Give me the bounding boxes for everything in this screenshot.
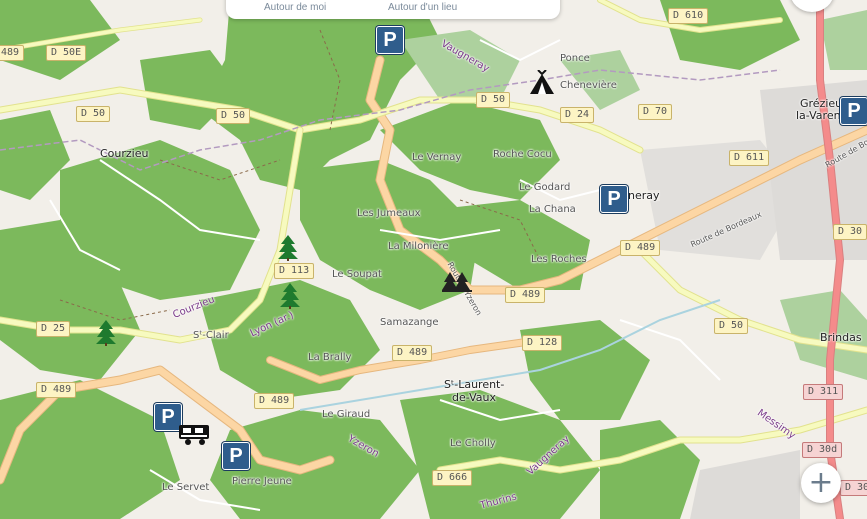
place-label: Le Giraud — [322, 409, 371, 420]
map-canvas — [0, 0, 867, 519]
road-shield: 489 — [0, 45, 25, 61]
road-shield: D 50 — [476, 92, 511, 108]
road-shield: D 113 — [274, 263, 315, 279]
place-label: Le Servet — [162, 482, 210, 493]
road-shield: D 30 — [833, 224, 867, 240]
parking-marker[interactable]: P — [376, 26, 404, 54]
place-label: Chenevière — [560, 80, 617, 91]
place-label: Le Soupat — [332, 269, 382, 280]
road-shield: D 611 — [729, 150, 770, 166]
road-shield: D 50 — [76, 106, 111, 122]
town-label: neray — [628, 189, 660, 202]
place-label: Sᵗ-Clair — [193, 330, 229, 341]
road-shield: D 489 — [254, 393, 295, 409]
place-label: Pierre Jeune — [232, 476, 292, 487]
search-panel: Autour de moi Autour d'un lieu — [226, 0, 560, 19]
road-shield: D 610 — [668, 8, 709, 24]
tree-icon[interactable] — [279, 283, 301, 309]
campsite-icon[interactable] — [528, 70, 556, 96]
place-label: La Chana — [529, 204, 576, 215]
tree-icon[interactable] — [95, 320, 117, 346]
road-shield: D 489 — [620, 240, 661, 256]
road-shield: D 666 — [432, 470, 473, 486]
place-label: Les Jumeaux — [357, 208, 421, 219]
parking-marker[interactable]: P — [222, 442, 250, 470]
forest-site-icon[interactable] — [442, 270, 472, 294]
place-label: Roche Cocu — [493, 149, 552, 160]
road-shield: D 311 — [803, 384, 844, 400]
map-view[interactable]: Autour de moi Autour d'un lieu D 610 D 5… — [0, 0, 867, 519]
road-shield: D 489 — [36, 382, 77, 398]
place-label: Le Cholly — [450, 438, 496, 449]
caravan-site-icon[interactable] — [178, 422, 212, 448]
place-label: Le Vernay — [412, 152, 462, 163]
road-shield: D 50E — [46, 45, 87, 61]
place-label: Les Roches — [531, 254, 587, 265]
road-shield: D 50 — [216, 108, 251, 124]
town-label: Brindas — [820, 331, 862, 344]
place-label: Ponce — [560, 53, 590, 64]
road-shield: D 25 — [36, 321, 71, 337]
tree-icon[interactable] — [277, 235, 299, 261]
town-label: Courzieu — [100, 147, 149, 160]
town-label: de-Vaux — [452, 391, 496, 404]
zoom-in-button[interactable]: + — [801, 463, 841, 503]
tab-around-place[interactable]: Autour d'un lieu — [388, 2, 457, 13]
place-label: Samazange — [380, 317, 439, 328]
road-shield: D 489 — [505, 287, 546, 303]
place-label: La Milonière — [388, 241, 449, 252]
town-label: Sᵗ-Laurent- — [444, 378, 505, 391]
place-label: Le Godard — [519, 182, 571, 193]
road-shield: D 30d — [802, 442, 843, 458]
parking-marker[interactable]: P — [600, 185, 628, 213]
tab-around-me[interactable]: Autour de moi — [264, 2, 326, 13]
place-label: La Brally — [308, 352, 352, 363]
road-shield: D 50 — [714, 318, 749, 334]
road-shield: D 24 — [560, 107, 595, 123]
road-shield: D 489 — [392, 345, 433, 361]
road-shield: D 70 — [638, 104, 673, 120]
parking-marker[interactable]: P — [840, 97, 867, 125]
road-shield: D 128 — [522, 335, 563, 351]
road-shield: D 30d — [840, 480, 867, 496]
